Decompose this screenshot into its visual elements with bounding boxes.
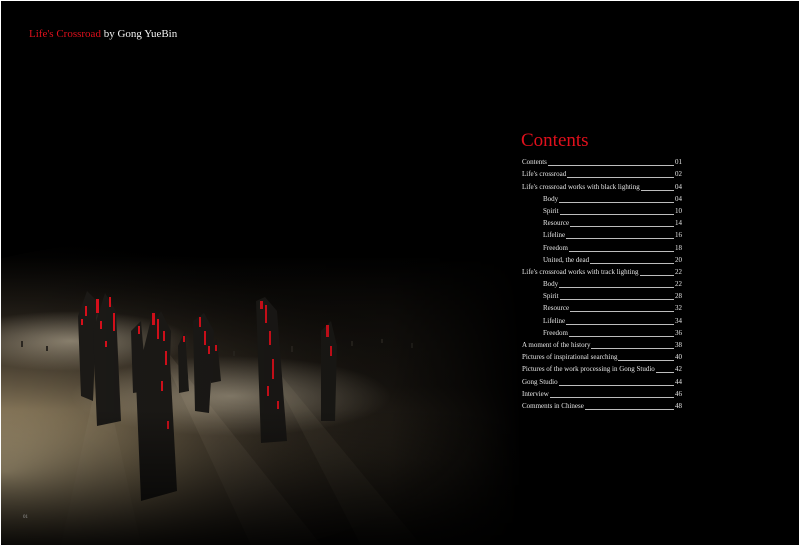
toc-leader-line [618,360,674,362]
toc-entry-label: Body [543,280,559,289]
toc-entry-page: 16 [675,231,682,240]
toc-entry-label: Life's crossroad [522,170,567,179]
toc-leader-line [559,201,674,203]
toc-entry-page: 14 [675,219,682,228]
toc-leader-line [591,348,674,349]
toc-leader-line [566,238,674,240]
toc-entry-page: 38 [675,341,682,349]
toc-entry-page: 04 [675,194,682,203]
book-spread: Life's Crossroad by Gong YueBin 01 Conte… [1,1,799,545]
toc-entry[interactable]: Pictures of inspirational searching 40 [522,350,682,362]
toc-entry-page: 01 [675,158,682,167]
toc-leader-line [568,250,674,252]
toc-entry[interactable]: Lifeline 34 [522,313,682,325]
toc-leader-line [566,323,674,325]
toc-entry-label: Resource [543,304,570,313]
toc-entry-page: 48 [675,401,682,410]
toc-entry[interactable]: Freedom 18 [522,240,682,252]
toc-entry-page: 34 [675,316,682,325]
toc-leader-line [590,262,674,264]
toc-entry-label: Freedom [543,243,568,252]
toc-entry[interactable]: Life's crossroad works with track lighti… [522,265,682,277]
toc-entry[interactable]: Interview 46 [522,387,682,399]
toc-entry-page: 22 [675,267,682,276]
book-title: Life's Crossroad [29,28,101,40]
table-of-contents: Contents 01 Life's crossroad 02 Life's cross… [522,155,682,411]
toc-leader-line [639,274,674,276]
toc-leader-line [655,372,674,374]
toc-entry-label: Spirit [543,206,559,215]
artwork-photo [1,1,521,545]
toc-leader-line [549,396,674,398]
toc-leader-line [567,177,674,179]
book-header: Life's Crossroad by Gong YueBin [29,28,177,40]
toc-entry-label: Comments in Chinese [522,401,584,410]
toc-entry[interactable]: Comments in Chinese 48 [522,399,682,411]
book-author: by Gong YueBin [103,28,178,40]
toc-entry-page: 32 [675,304,682,313]
toc-entry[interactable]: Lifeline 16 [522,228,682,240]
toc-leader-line [559,213,674,215]
toc-entry-page: 46 [675,389,682,398]
toc-entry-label: Pictures of the work processing in Gong … [522,365,655,374]
toc-entry-page: 42 [675,365,682,374]
contents-heading: Contents [521,130,589,151]
toc-entry[interactable]: Life's crossroad works with black lighti… [522,179,682,191]
toc-entry-label: A moment of the history [522,341,591,349]
toc-leader-line [558,384,674,386]
toc-entry-page: 36 [675,328,682,337]
toc-entry-page: 02 [675,170,682,179]
toc-entry-page: 20 [675,255,682,264]
toc-entry[interactable]: Gong Studio 44 [522,374,682,386]
toc-entry-page: 44 [675,377,682,386]
toc-entry-page: 10 [675,206,682,215]
toc-leader-line [568,335,674,337]
toc-entry-label: Contents [522,158,547,167]
toc-entry-page: 18 [675,243,682,252]
page-number: 01 [23,515,28,520]
toc-entry-label: Gong Studio [522,377,558,386]
toc-leader-line [570,311,674,313]
toc-leader-line [640,189,674,191]
toc-entry-label: Body [543,194,559,203]
toc-entry[interactable]: Freedom 36 [522,326,682,338]
toc-entry-page: 28 [675,292,682,301]
toc-leader-line [547,165,674,167]
toc-leader-line [570,226,674,228]
toc-entry[interactable]: Resource 14 [522,216,682,228]
toc-entry[interactable]: United, the dead 20 [522,253,682,265]
toc-entry[interactable]: Spirit 28 [522,289,682,301]
toc-entry-label: Life's crossroad works with black lighti… [522,182,640,191]
toc-entry[interactable]: Body 22 [522,277,682,289]
toc-entry-label: Spirit [543,292,559,301]
toc-entry-label: Life's crossroad works with track lighti… [522,267,639,276]
toc-entry-label: Interview [522,389,549,398]
toc-entry[interactable]: Contents 01 [522,155,682,167]
toc-entry[interactable]: Pictures of the work processing in Gong … [522,362,682,374]
toc-entry[interactable]: Resource 32 [522,301,682,313]
toc-entry-label: Resource [543,219,570,228]
toc-leader-line [584,408,674,410]
toc-entry-label: Pictures of inspirational searching [522,353,618,362]
toc-leader-line [559,299,674,301]
toc-entry-label: Lifeline [543,231,566,240]
toc-entry[interactable]: A moment of the history 38 [522,338,682,350]
toc-leader-line [559,287,674,289]
toc-entry-label: United, the dead [543,255,590,264]
toc-entry-page: 22 [675,280,682,289]
toc-entry-label: Lifeline [543,316,566,325]
toc-entry[interactable]: Body 04 [522,192,682,204]
toc-entry-page: 40 [675,353,682,362]
toc-entry-label: Freedom [543,328,568,337]
toc-entry[interactable]: Spirit 10 [522,204,682,216]
toc-entry[interactable]: Life's crossroad 02 [522,167,682,179]
toc-entry-page: 04 [675,182,682,191]
